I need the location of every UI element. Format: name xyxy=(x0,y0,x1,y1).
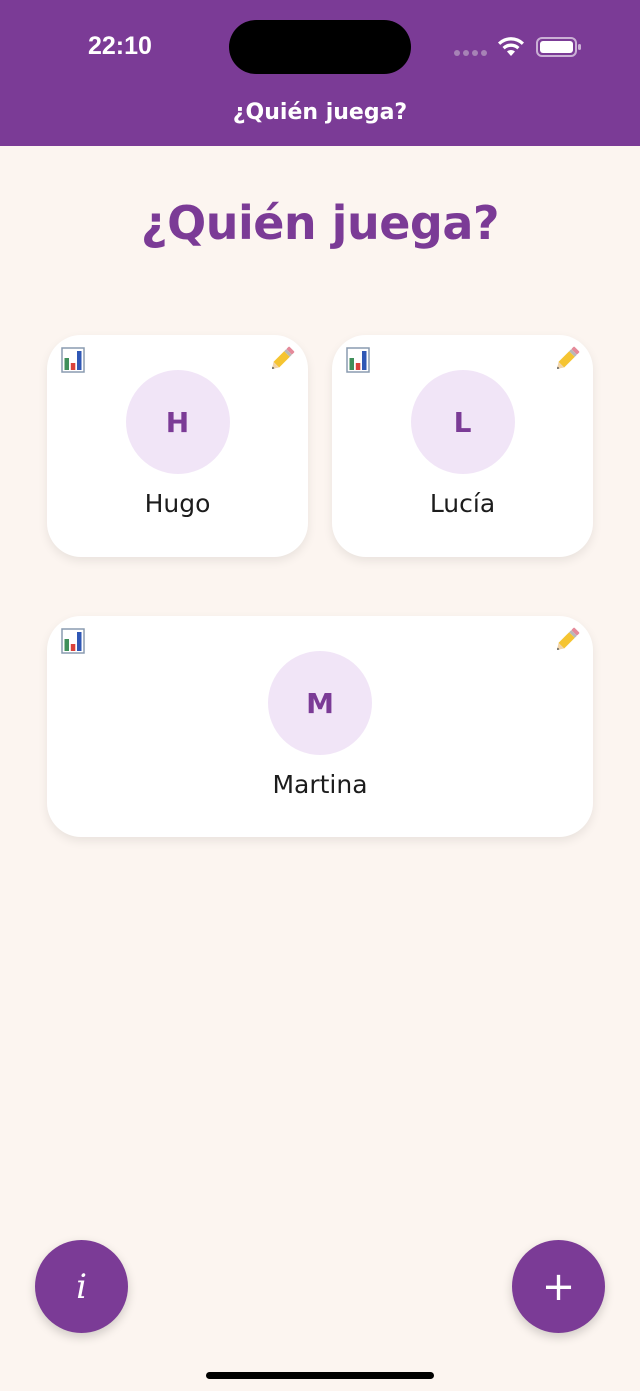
player-card-hugo[interactable]: H Hugo xyxy=(47,335,308,557)
home-indicator xyxy=(206,1372,434,1379)
player-name: Hugo xyxy=(144,489,211,518)
avatar: M xyxy=(268,651,372,755)
status-time: 22:10 xyxy=(88,32,152,60)
player-name: Lucía xyxy=(429,489,496,518)
app-header: 22:10 ¿Quién juega? xyxy=(0,0,640,146)
pencil-icon[interactable] xyxy=(553,626,581,654)
player-card-lucia[interactable]: L Lucía xyxy=(332,335,593,557)
screen: 22:10 ¿Quién juega? ¿Quién juega? H Hugo… xyxy=(0,0,640,1391)
header-title: ¿Quién juega? xyxy=(232,100,408,125)
wifi-icon xyxy=(498,37,524,56)
cellular-signal-icon xyxy=(454,50,488,56)
bar-chart-icon[interactable] xyxy=(346,347,370,373)
player-name: Martina xyxy=(272,770,368,799)
pencil-icon[interactable] xyxy=(553,345,581,373)
bar-chart-icon[interactable] xyxy=(61,347,85,373)
page-title: ¿Quién juega? xyxy=(140,196,500,250)
add-player-button[interactable]: + xyxy=(512,1240,605,1333)
avatar: L xyxy=(410,370,515,474)
bar-chart-icon[interactable] xyxy=(61,628,85,654)
pencil-icon[interactable] xyxy=(268,345,296,373)
info-button[interactable]: i xyxy=(35,1240,128,1333)
avatar: H xyxy=(125,370,230,474)
dynamic-island xyxy=(229,20,411,74)
battery-icon xyxy=(536,37,581,57)
player-card-martina[interactable]: M Martina xyxy=(47,616,593,837)
